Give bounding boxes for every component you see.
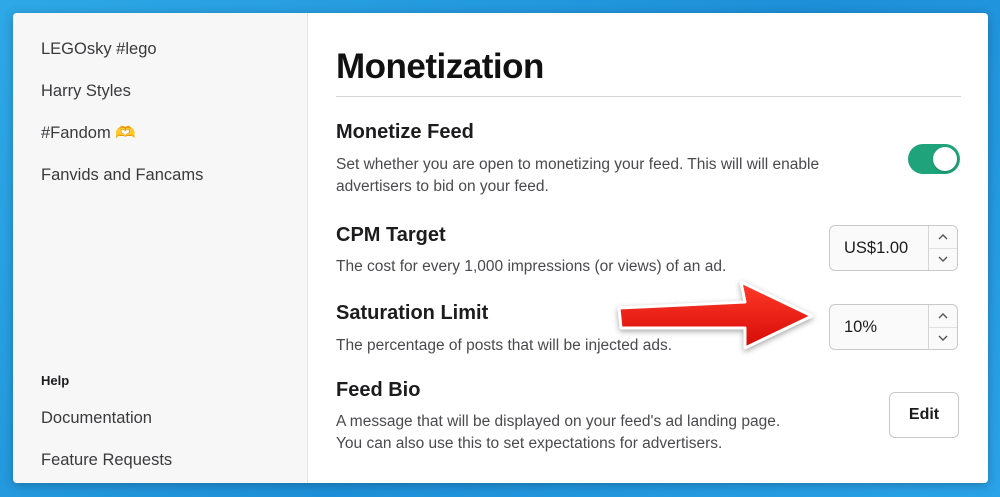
cpm-target-title: CPM Target <box>336 224 446 246</box>
chevron-up-icon <box>938 234 948 240</box>
chevron-up-icon <box>938 313 948 319</box>
sidebar-item-legosky[interactable]: LEGOsky #lego <box>41 40 157 59</box>
cpm-target-description: The cost for every 1,000 impressions (or… <box>336 258 727 275</box>
monetize-feed-toggle[interactable] <box>908 144 960 174</box>
sidebar-item-documentation[interactable]: Documentation <box>41 409 152 428</box>
feed-bio-title: Feed Bio <box>336 379 421 401</box>
saturation-limit-input[interactable] <box>830 305 930 349</box>
cpm-target-input[interactable] <box>830 226 930 270</box>
chevron-down-icon <box>938 256 948 262</box>
saturation-limit-stepper <box>829 304 958 350</box>
chevron-down-icon <box>938 335 948 341</box>
title-divider <box>336 96 961 97</box>
feed-bio-description-line1: A message that will be displayed on your… <box>336 413 781 430</box>
sidebar-item-feature-requests[interactable]: Feature Requests <box>41 451 172 470</box>
page-title: Monetization <box>336 47 544 86</box>
cpm-target-arrows <box>928 226 957 270</box>
sidebar-item-fandom[interactable]: #Fandom 🫶 <box>41 124 136 143</box>
saturation-decrement-button[interactable] <box>929 327 957 349</box>
cpm-target-stepper <box>829 225 958 271</box>
cpm-decrement-button[interactable] <box>929 248 957 270</box>
saturation-increment-button[interactable] <box>929 305 957 328</box>
sidebar-item-fanvids[interactable]: Fanvids and Fancams <box>41 166 203 185</box>
monetize-feed-description: Set whether you are open to monetizing y… <box>336 156 820 195</box>
monetize-feed-title: Monetize Feed <box>336 121 474 143</box>
saturation-limit-title: Saturation Limit <box>336 302 489 324</box>
edit-feed-bio-button[interactable]: Edit <box>889 392 959 438</box>
main-panel: Monetization Monetize Feed Set whether y… <box>308 13 988 483</box>
feed-bio-description-line2: You can also use this to set expectation… <box>336 435 723 452</box>
app-window: LEGOsky #lego Harry Styles #Fandom 🫶 Fan… <box>13 13 988 483</box>
sidebar-heading-help: Help <box>41 373 70 388</box>
toggle-knob <box>933 147 957 171</box>
sidebar: LEGOsky #lego Harry Styles #Fandom 🫶 Fan… <box>13 13 308 483</box>
saturation-limit-arrows <box>928 305 957 349</box>
red-arrow-annotation <box>617 280 814 350</box>
sidebar-item-harry-styles[interactable]: Harry Styles <box>41 82 131 101</box>
cpm-increment-button[interactable] <box>929 226 957 249</box>
